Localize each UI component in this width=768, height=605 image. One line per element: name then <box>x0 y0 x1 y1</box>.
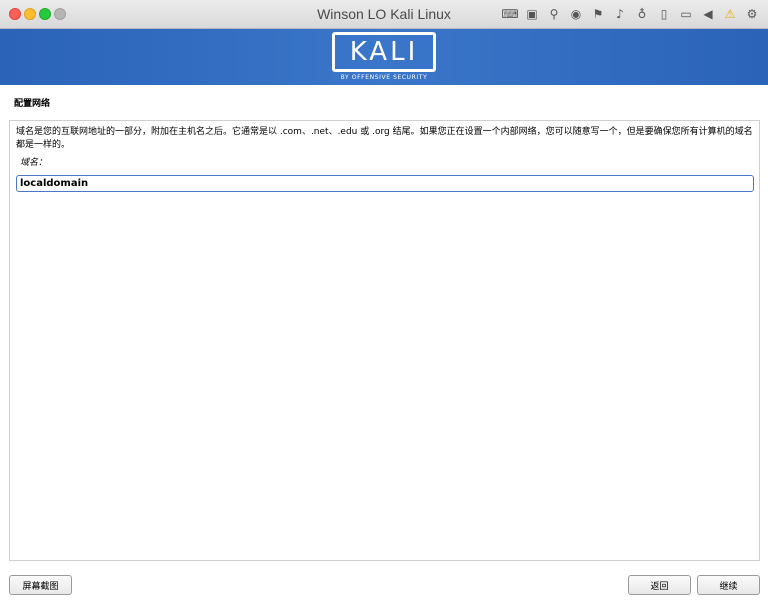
continue-button[interactable]: 继续 <box>697 575 760 595</box>
disc-icon[interactable]: ◉ <box>568 6 584 22</box>
domain-input[interactable] <box>16 175 754 192</box>
keyboard-icon[interactable]: ⌨ <box>501 6 518 22</box>
vm-toolbar: ⌨ ▣ ⚲ ◉ ⚑ ♪ ♁ ▯ ▭ ◀ ⚠ ⚙ <box>501 6 760 22</box>
kali-banner: KALI BY OFFENSIVE SECURITY <box>0 29 768 85</box>
domain-field-label: 域名： <box>20 158 48 168</box>
phone-icon[interactable]: ▯ <box>656 6 672 22</box>
microphone-icon[interactable]: ♁ <box>634 6 650 22</box>
content-panel: 域名是您的互联网地址的一部分，附加在主机名之后。它通常是以 .com、.net、… <box>9 120 760 561</box>
back-button[interactable]: 返回 <box>628 575 691 595</box>
kali-logo: KALI <box>332 32 436 72</box>
page-title: 配置网络 <box>14 99 51 109</box>
camera-icon[interactable]: ▭ <box>678 6 694 22</box>
window-extra-button[interactable] <box>54 8 66 20</box>
network-icon[interactable]: ⚑ <box>590 6 606 22</box>
minimize-window-button[interactable] <box>24 8 36 20</box>
description-text: 域名是您的互联网地址的一部分，附加在主机名之后。它通常是以 .com、.net、… <box>16 127 753 150</box>
window-titlebar: Winson LO Kali Linux ⌨ ▣ ⚲ ◉ ⚑ ♪ ♁ ▯ ▭ ◀… <box>0 0 768 29</box>
gear-icon[interactable]: ⚙ <box>744 6 760 22</box>
screenshot-button[interactable]: 屏幕截图 <box>9 575 72 595</box>
kali-logo-text: KALI <box>349 37 419 67</box>
kali-tagline: BY OFFENSIVE SECURITY <box>340 74 428 81</box>
chip-icon[interactable]: ▣ <box>524 6 540 22</box>
close-window-button[interactable] <box>9 8 21 20</box>
maximize-window-button[interactable] <box>39 8 51 20</box>
usb-icon[interactable]: ⚲ <box>546 6 562 22</box>
warning-icon[interactable]: ⚠ <box>722 6 738 22</box>
back-arrow-icon[interactable]: ◀ <box>700 6 716 22</box>
speaker-icon[interactable]: ♪ <box>612 6 628 22</box>
